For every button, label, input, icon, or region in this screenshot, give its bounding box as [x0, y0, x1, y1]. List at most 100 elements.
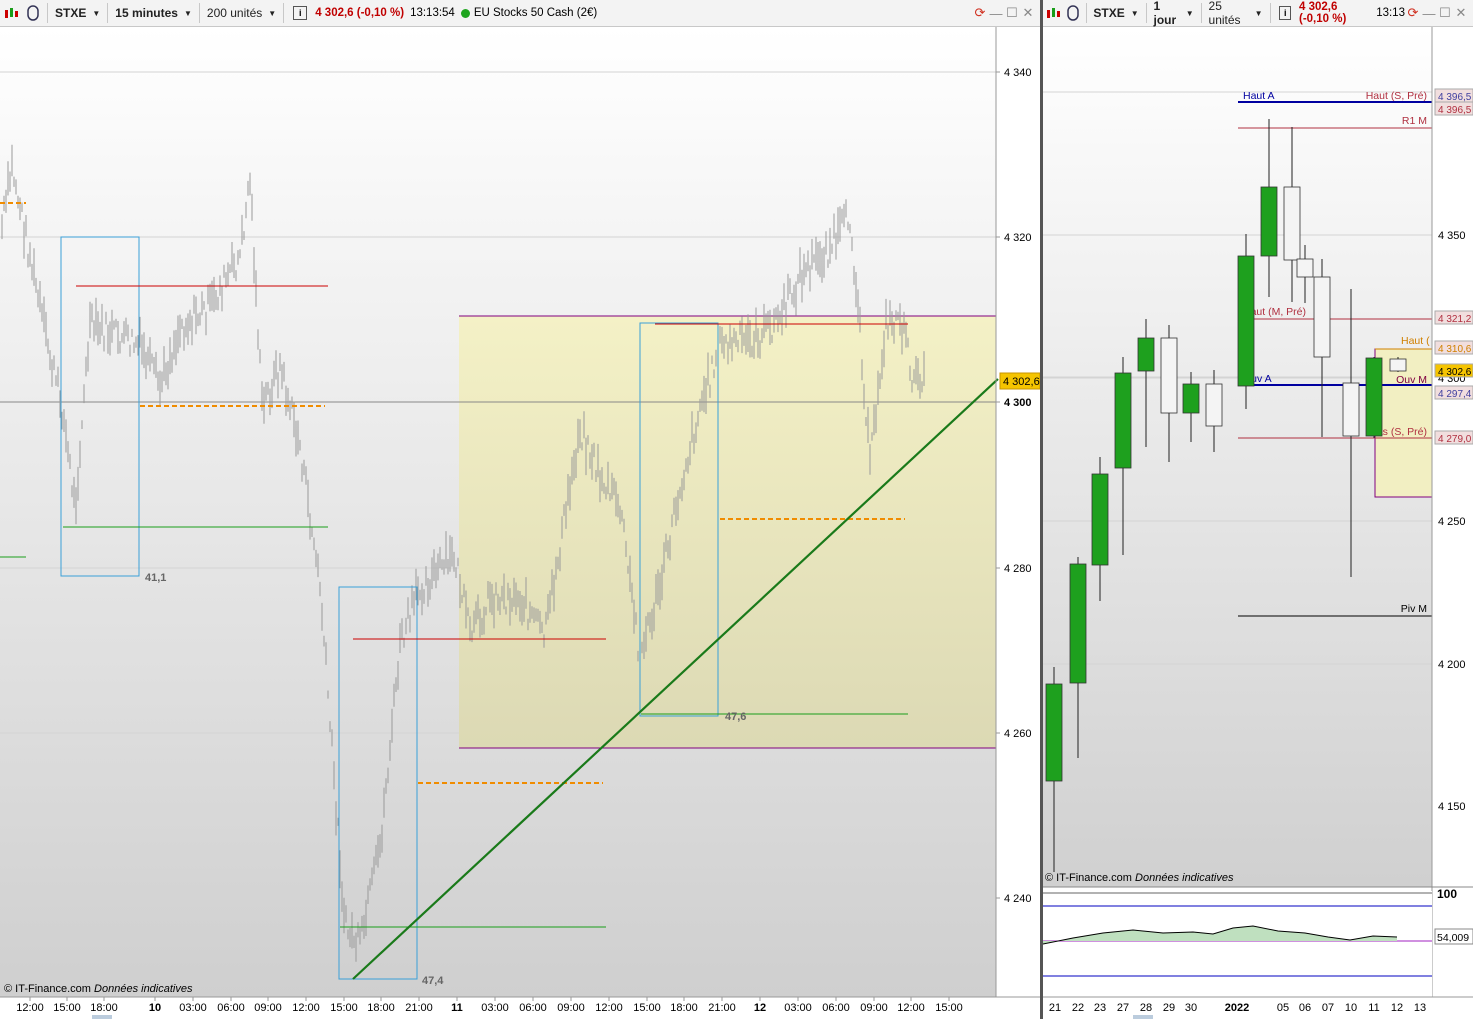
x-tick-label: 30 [1185, 1002, 1197, 1014]
chart-type-icon[interactable] [2, 4, 20, 22]
chevron-down-icon: ▼ [268, 8, 277, 18]
candle-up[interactable] [1114, 372, 1132, 469]
symbol-label: STXE [1093, 6, 1125, 20]
label-r1-m: R1 M [1402, 115, 1427, 127]
y-tick-label: 4 350 [1438, 230, 1466, 242]
indicator-background [1043, 891, 1432, 997]
y-tick-label: 4 340 [1004, 67, 1032, 79]
maximize-icon[interactable]: ☐ [1004, 5, 1020, 21]
candle-up[interactable] [1045, 683, 1063, 782]
y-axis-ticks: 4 340 4 320 4 300 4 280 4 260 4 240 [996, 67, 1032, 905]
candle-down[interactable] [1342, 382, 1360, 437]
y-tick-label: 4 150 [1438, 801, 1466, 813]
x-tick-label: 11 [451, 1002, 463, 1014]
plot-background [1043, 27, 1432, 887]
candle-up[interactable] [1091, 473, 1109, 566]
candle-down[interactable] [1389, 358, 1407, 372]
horizontal-scrollbar[interactable] [92, 1015, 112, 1019]
refresh-icon[interactable]: ⟳ [972, 5, 988, 21]
indicator-icon[interactable] [24, 4, 42, 22]
copyright-note: Données indicatives [94, 983, 193, 995]
x-tick-label: 13 [1414, 1002, 1426, 1014]
refresh-icon[interactable]: ⟳ [1405, 5, 1421, 21]
candle-down[interactable] [1296, 258, 1314, 278]
candle-down[interactable] [1205, 383, 1223, 427]
daily-chart[interactable]: Haut A Haut (S, Pré) R1 M Haut (M, Pré) … [1043, 27, 1473, 1019]
x-tick-label: 18:00 [367, 1002, 395, 1014]
x-axis-ticks: 21 22 23 27 28 29 30 2022 05 06 07 10 11 12 13 [1049, 1002, 1426, 1014]
separator [1269, 3, 1271, 23]
x-tick-label: 15:00 [330, 1002, 358, 1014]
last-price: 4 302,6 (-0,10 %) [1299, 1, 1347, 25]
candle-down[interactable] [1313, 276, 1331, 358]
chevron-down-icon: ▼ [1130, 8, 1139, 18]
units-select[interactable]: 200 unités ▼ [203, 3, 280, 23]
price-label: 4 310,6 [1438, 344, 1472, 355]
intraday-chart[interactable]: 41,1 47,4 47,6 4 340 4 320 4 300 4 280 4 260… [0, 27, 1040, 1019]
horizontal-scrollbar[interactable] [1133, 1015, 1153, 1019]
candle-down[interactable] [1283, 186, 1301, 261]
timeframe-select[interactable]: 15 minutes ▼ [111, 3, 196, 23]
separator [47, 3, 48, 23]
candle-up[interactable] [1069, 563, 1087, 684]
symbol-select[interactable]: STXE ▼ [1089, 3, 1142, 23]
y-tick-label: 4 250 [1438, 516, 1466, 528]
chevron-down-icon: ▼ [1185, 8, 1194, 18]
yellow-zone [459, 316, 996, 748]
candle-up[interactable] [1237, 255, 1255, 387]
y-tick-label: 4 200 [1438, 659, 1466, 671]
symbol-label: STXE [55, 6, 87, 20]
y-tick-label: 4 260 [1004, 728, 1032, 740]
info-icon[interactable]: i [293, 6, 308, 20]
y-tick-label: 4 240 [1004, 893, 1032, 905]
candle-down[interactable] [1160, 337, 1178, 414]
x-tick-label: 10 [149, 1002, 161, 1014]
close-icon[interactable]: ✕ [1020, 5, 1036, 21]
box-label-2: 47,4 [422, 975, 444, 987]
candle-up[interactable] [1182, 383, 1200, 414]
x-tick-label: 29 [1163, 1002, 1175, 1014]
chart-type-icon[interactable] [1045, 4, 1061, 22]
label-piv-m: Piv M [1401, 603, 1427, 615]
price-label: 4 396,5 [1438, 105, 1472, 116]
x-tick-label: 15:00 [633, 1002, 661, 1014]
x-tick-label: 12:00 [16, 1002, 44, 1014]
price-labels: 4 396,5 4 396,5 4 321,2 4 310,6 4 302,6 4 297… [1434, 88, 1473, 445]
units-select[interactable]: 25 unités ▼ [1205, 0, 1267, 27]
separator [1085, 3, 1087, 23]
x-tick-label: 07 [1322, 1002, 1334, 1014]
last-price: 4 302,6 (-0,10 %) [315, 7, 405, 19]
close-icon[interactable]: ✕ [1453, 5, 1469, 21]
symbol-select[interactable]: STXE ▼ [51, 3, 104, 23]
price-label: 4 302,6 [1438, 367, 1472, 378]
x-tick-label: 21:00 [405, 1002, 433, 1014]
x-tick-label: 05 [1277, 1002, 1289, 1014]
indicator-value: 54,009 [1437, 932, 1469, 944]
market-open-icon [460, 8, 470, 18]
info-icon[interactable]: i [1279, 6, 1291, 20]
chevron-down-icon: ▼ [1254, 8, 1263, 18]
timeframe-select[interactable]: 1 jour ▼ [1150, 0, 1198, 27]
x-tick-label: 12 [1391, 1002, 1403, 1014]
candle-up[interactable] [1260, 186, 1278, 257]
separator [283, 3, 285, 23]
x-tick-label: 09:00 [860, 1002, 888, 1014]
x-tick-label: 22 [1072, 1002, 1084, 1014]
minimize-icon[interactable]: — [1421, 6, 1437, 21]
y-tick-label: 4 300 [1004, 397, 1032, 409]
x-tick-label: 12:00 [897, 1002, 925, 1014]
x-tick-label: 21:00 [708, 1002, 736, 1014]
minimize-icon[interactable]: — [988, 6, 1004, 21]
price-marker-label: 4 302,6 [1003, 376, 1040, 388]
right-toolbar: STXE ▼ 1 jour ▼ 25 unités ▼ i 4 302,6 (-0,1… [1043, 0, 1473, 27]
candle-up[interactable] [1365, 357, 1383, 437]
candle-up[interactable] [1137, 337, 1155, 372]
x-tick-label: 27 [1117, 1002, 1129, 1014]
copyright-note: Données indicatives [1135, 872, 1234, 884]
maximize-icon[interactable]: ☐ [1437, 5, 1453, 21]
label-ouv-m: Ouv M [1396, 374, 1427, 386]
units-label: 200 unités [206, 6, 263, 20]
price-label: 4 321,2 [1438, 314, 1472, 325]
x-tick-label: 06 [1299, 1002, 1311, 1014]
indicator-icon[interactable] [1065, 4, 1081, 22]
